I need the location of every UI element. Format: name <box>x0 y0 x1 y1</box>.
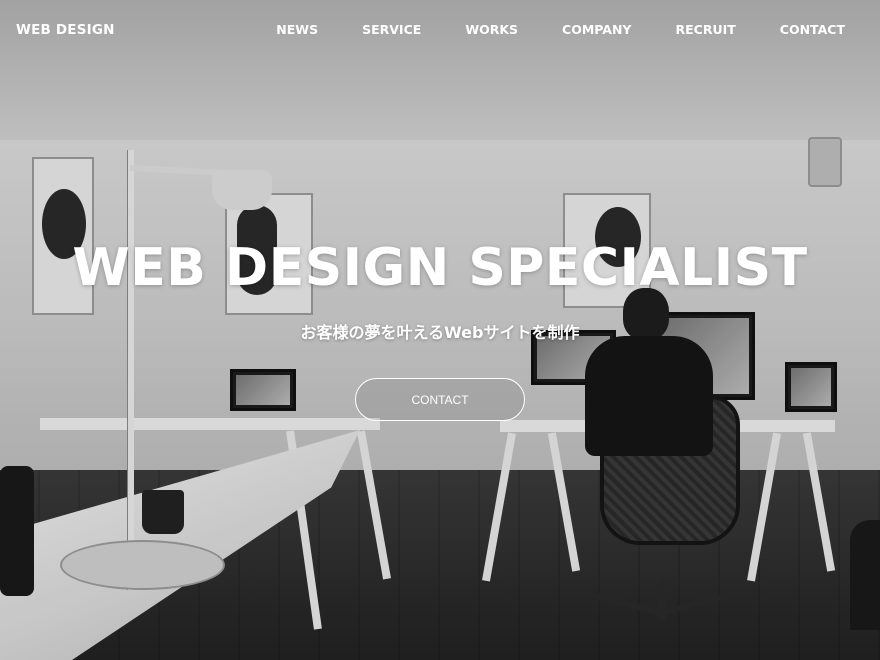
contact-button[interactable]: CONTACT <box>355 378 525 421</box>
nav-company[interactable]: COMPANY <box>562 22 631 37</box>
hero-subtitle: お客様の夢を叶えるWebサイトを制作 <box>300 323 580 342</box>
site-header: WEB DESIGN NEWS SERVICE WORKS COMPANY RE… <box>0 0 880 62</box>
hero-section: WEB DESIGN NEWS SERVICE WORKS COMPANY RE… <box>0 0 880 660</box>
nav-recruit[interactable]: RECRUIT <box>676 22 736 37</box>
hero-title: WEB DESIGN SPECIALIST <box>72 238 808 298</box>
site-logo[interactable]: WEB DESIGN <box>16 22 115 38</box>
nav-service[interactable]: SERVICE <box>362 22 421 37</box>
nav-news[interactable]: NEWS <box>276 22 318 37</box>
nav-works[interactable]: WORKS <box>465 22 518 37</box>
nav-contact[interactable]: CONTACT <box>780 22 845 37</box>
main-nav: NEWS SERVICE WORKS COMPANY RECRUIT CONTA… <box>276 22 845 37</box>
